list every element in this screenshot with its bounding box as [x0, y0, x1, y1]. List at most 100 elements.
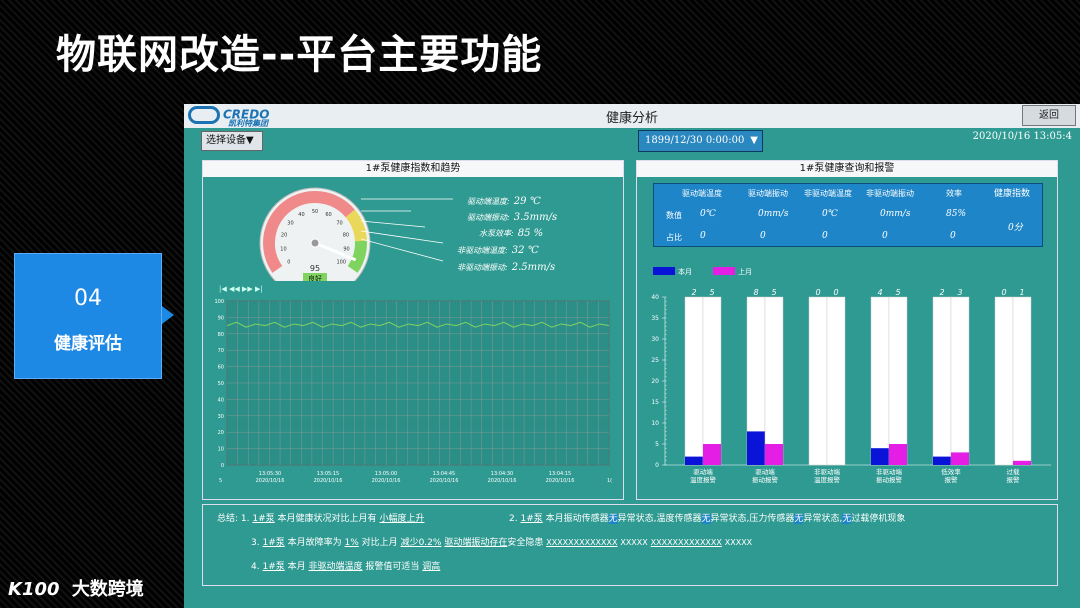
placeholder-text: XXXXX	[620, 538, 648, 547]
bar-category-label: 驱动端	[755, 467, 775, 476]
bar-background	[994, 296, 1014, 466]
stats-header: 效率	[946, 189, 962, 198]
date-select[interactable]: 1899/12/30 0:00:00 ▼	[638, 130, 763, 152]
date-select-value: 1899/12/30 0:00:00	[645, 135, 745, 146]
trend-y-tick: 100	[214, 299, 224, 305]
gauge-leader-line	[360, 220, 426, 228]
trend-x-tick-time: 13:05:15	[317, 471, 339, 477]
stats-header: 驱动端振动	[748, 189, 788, 198]
reading-row: 驱动端温度: 29 ℃	[467, 196, 541, 207]
bar	[1013, 460, 1031, 465]
bar	[889, 444, 907, 465]
bar-category-label: 振动报警	[876, 475, 903, 484]
stats-ratio: 0	[700, 231, 706, 241]
bar-top-label: 8	[753, 288, 758, 297]
reading-value: 85 %	[517, 228, 544, 239]
bar-y-tick: 10	[651, 420, 659, 427]
pump-link[interactable]: 1#泵	[520, 514, 542, 524]
bar-background	[1012, 296, 1032, 466]
gauge-tick-label: 50	[312, 209, 318, 215]
gauge-tick-label: 80	[343, 233, 349, 239]
trend-y-tick: 80	[218, 332, 224, 338]
bar-background	[950, 296, 970, 466]
trend-x-tick-date: 2020/10/16	[372, 478, 401, 484]
stats-value: 0℃	[822, 209, 838, 219]
trend-x-edge-left: 5	[219, 478, 222, 484]
bar-top-label: 0	[1001, 288, 1006, 297]
reading-value: 3.5mm/s	[513, 212, 558, 223]
trend-y-tick: 0	[221, 463, 224, 469]
bar	[765, 444, 783, 465]
gauge-leader-line	[360, 238, 444, 262]
trend-y-tick: 50	[218, 381, 224, 387]
gauge-hub	[310, 238, 320, 248]
bar	[747, 431, 765, 465]
health-score: 0分	[1008, 223, 1023, 233]
trend-y-tick: 20	[218, 430, 224, 436]
summary-text: 对比上月	[361, 538, 398, 548]
placeholder-text: XXXXXXXXXXXXX	[650, 538, 722, 547]
bar	[685, 456, 703, 465]
stats-row-label: 数值	[666, 211, 682, 220]
legend-swatch	[713, 267, 735, 275]
stats-ratio: 0	[760, 231, 766, 241]
reading-label: 驱动端振动:	[467, 213, 510, 222]
bar-background	[684, 296, 704, 466]
brand-name: 大数跨境	[71, 579, 144, 600]
bar-category-label: 振动报警	[752, 475, 779, 484]
gauge-tick-label: 20	[281, 233, 287, 239]
trend-y-tick: 70	[218, 348, 224, 354]
back-button[interactable]: 返回	[1022, 105, 1076, 126]
summary-text: 本月故障率为	[287, 538, 342, 548]
current-datetime: 2020/10/16 13:05:4	[972, 131, 1072, 142]
reading-value: 29 ℃	[513, 196, 541, 207]
status-value: 无	[701, 514, 711, 524]
item-number: 3.	[251, 538, 260, 548]
status-value: 无	[842, 514, 852, 524]
select-device-button[interactable]: 选择设备▼	[201, 131, 263, 151]
item-number: 2.	[509, 514, 518, 524]
bar-category-label: 过载	[1007, 467, 1021, 476]
placeholder-text: XXXXXXXXXXXXX	[546, 538, 618, 547]
summary-highlight: 驱动端振动存在	[444, 538, 508, 548]
gauge-leader-line	[360, 230, 444, 244]
stats-value: 0℃	[700, 209, 716, 219]
summary-text: 异常状态,温度传感器	[617, 514, 702, 524]
bar-top-label: 3	[957, 288, 962, 297]
bar-y-tick: 15	[651, 399, 659, 406]
trend-player-controls[interactable]: |◀ ◀◀ ▶▶ ▶|	[219, 285, 263, 293]
trend-x-tick-date: 2020/10/16	[256, 478, 285, 484]
bar-background	[888, 296, 908, 466]
brand-logo: K100	[8, 579, 60, 600]
alarm-bar-chart: 本月 上月05101520253035402 5驱动端温度报警8 5驱动端振动报警0 0…	[651, 267, 1051, 484]
summary-line-2: 2. 1#泵 本月振动传感器无异常状态,温度传感器无异常状态,压力传感器无异常状…	[509, 511, 905, 524]
summary-highlight: 非驱动端温度	[308, 562, 363, 572]
bar-category-label: 驱动端	[693, 467, 713, 476]
pump-link[interactable]: 1#泵	[262, 538, 284, 548]
summary-text: 本月	[287, 562, 306, 572]
bar-y-tick: 5	[655, 441, 659, 448]
gauge-status-text: 良好	[308, 274, 322, 281]
summary-text: 本月振动传感器	[545, 514, 609, 524]
health-alarm-panel: 1#泵健康查询和报警 驱动端温度 驱动端振动 非驱动端温度 非驱动端振动 效率 …	[636, 160, 1058, 500]
trend-x-tick-date: 2020/10/16	[314, 478, 343, 484]
stats-value: 0mm/s	[880, 209, 911, 219]
gauge-tick-label: 10	[280, 247, 286, 253]
trend-chart: 010203040506070809010013:05:302020/10/16…	[214, 299, 612, 484]
gauge-tick-label: 70	[336, 220, 342, 226]
summary-highlight: 1%	[344, 538, 359, 548]
bar-top-label: 5	[771, 288, 776, 297]
summary-line-4: 4. 1#泵 本月 非驱动端温度 报警值可适当 调高	[251, 559, 440, 572]
pump-link[interactable]: 1#泵	[252, 514, 274, 524]
stats-ratio: 0	[822, 231, 828, 241]
trend-x-tick-time: 13:05:00	[375, 471, 397, 477]
gauge-value: 95	[310, 264, 320, 273]
window-title: 健康分析	[605, 111, 658, 126]
bar-top-label: 2	[939, 288, 944, 297]
reading-label: 驱动端温度:	[467, 197, 510, 206]
gauge-tick-label: 60	[325, 212, 331, 218]
stats-table: 驱动端温度 驱动端振动 非驱动端温度 非驱动端振动 效率 健康指数 数值 占比 …	[653, 183, 1043, 247]
stats-ratio: 0	[950, 231, 956, 241]
gauge-tick-label: 90	[343, 247, 349, 253]
pump-link[interactable]: 1#泵	[262, 562, 284, 572]
